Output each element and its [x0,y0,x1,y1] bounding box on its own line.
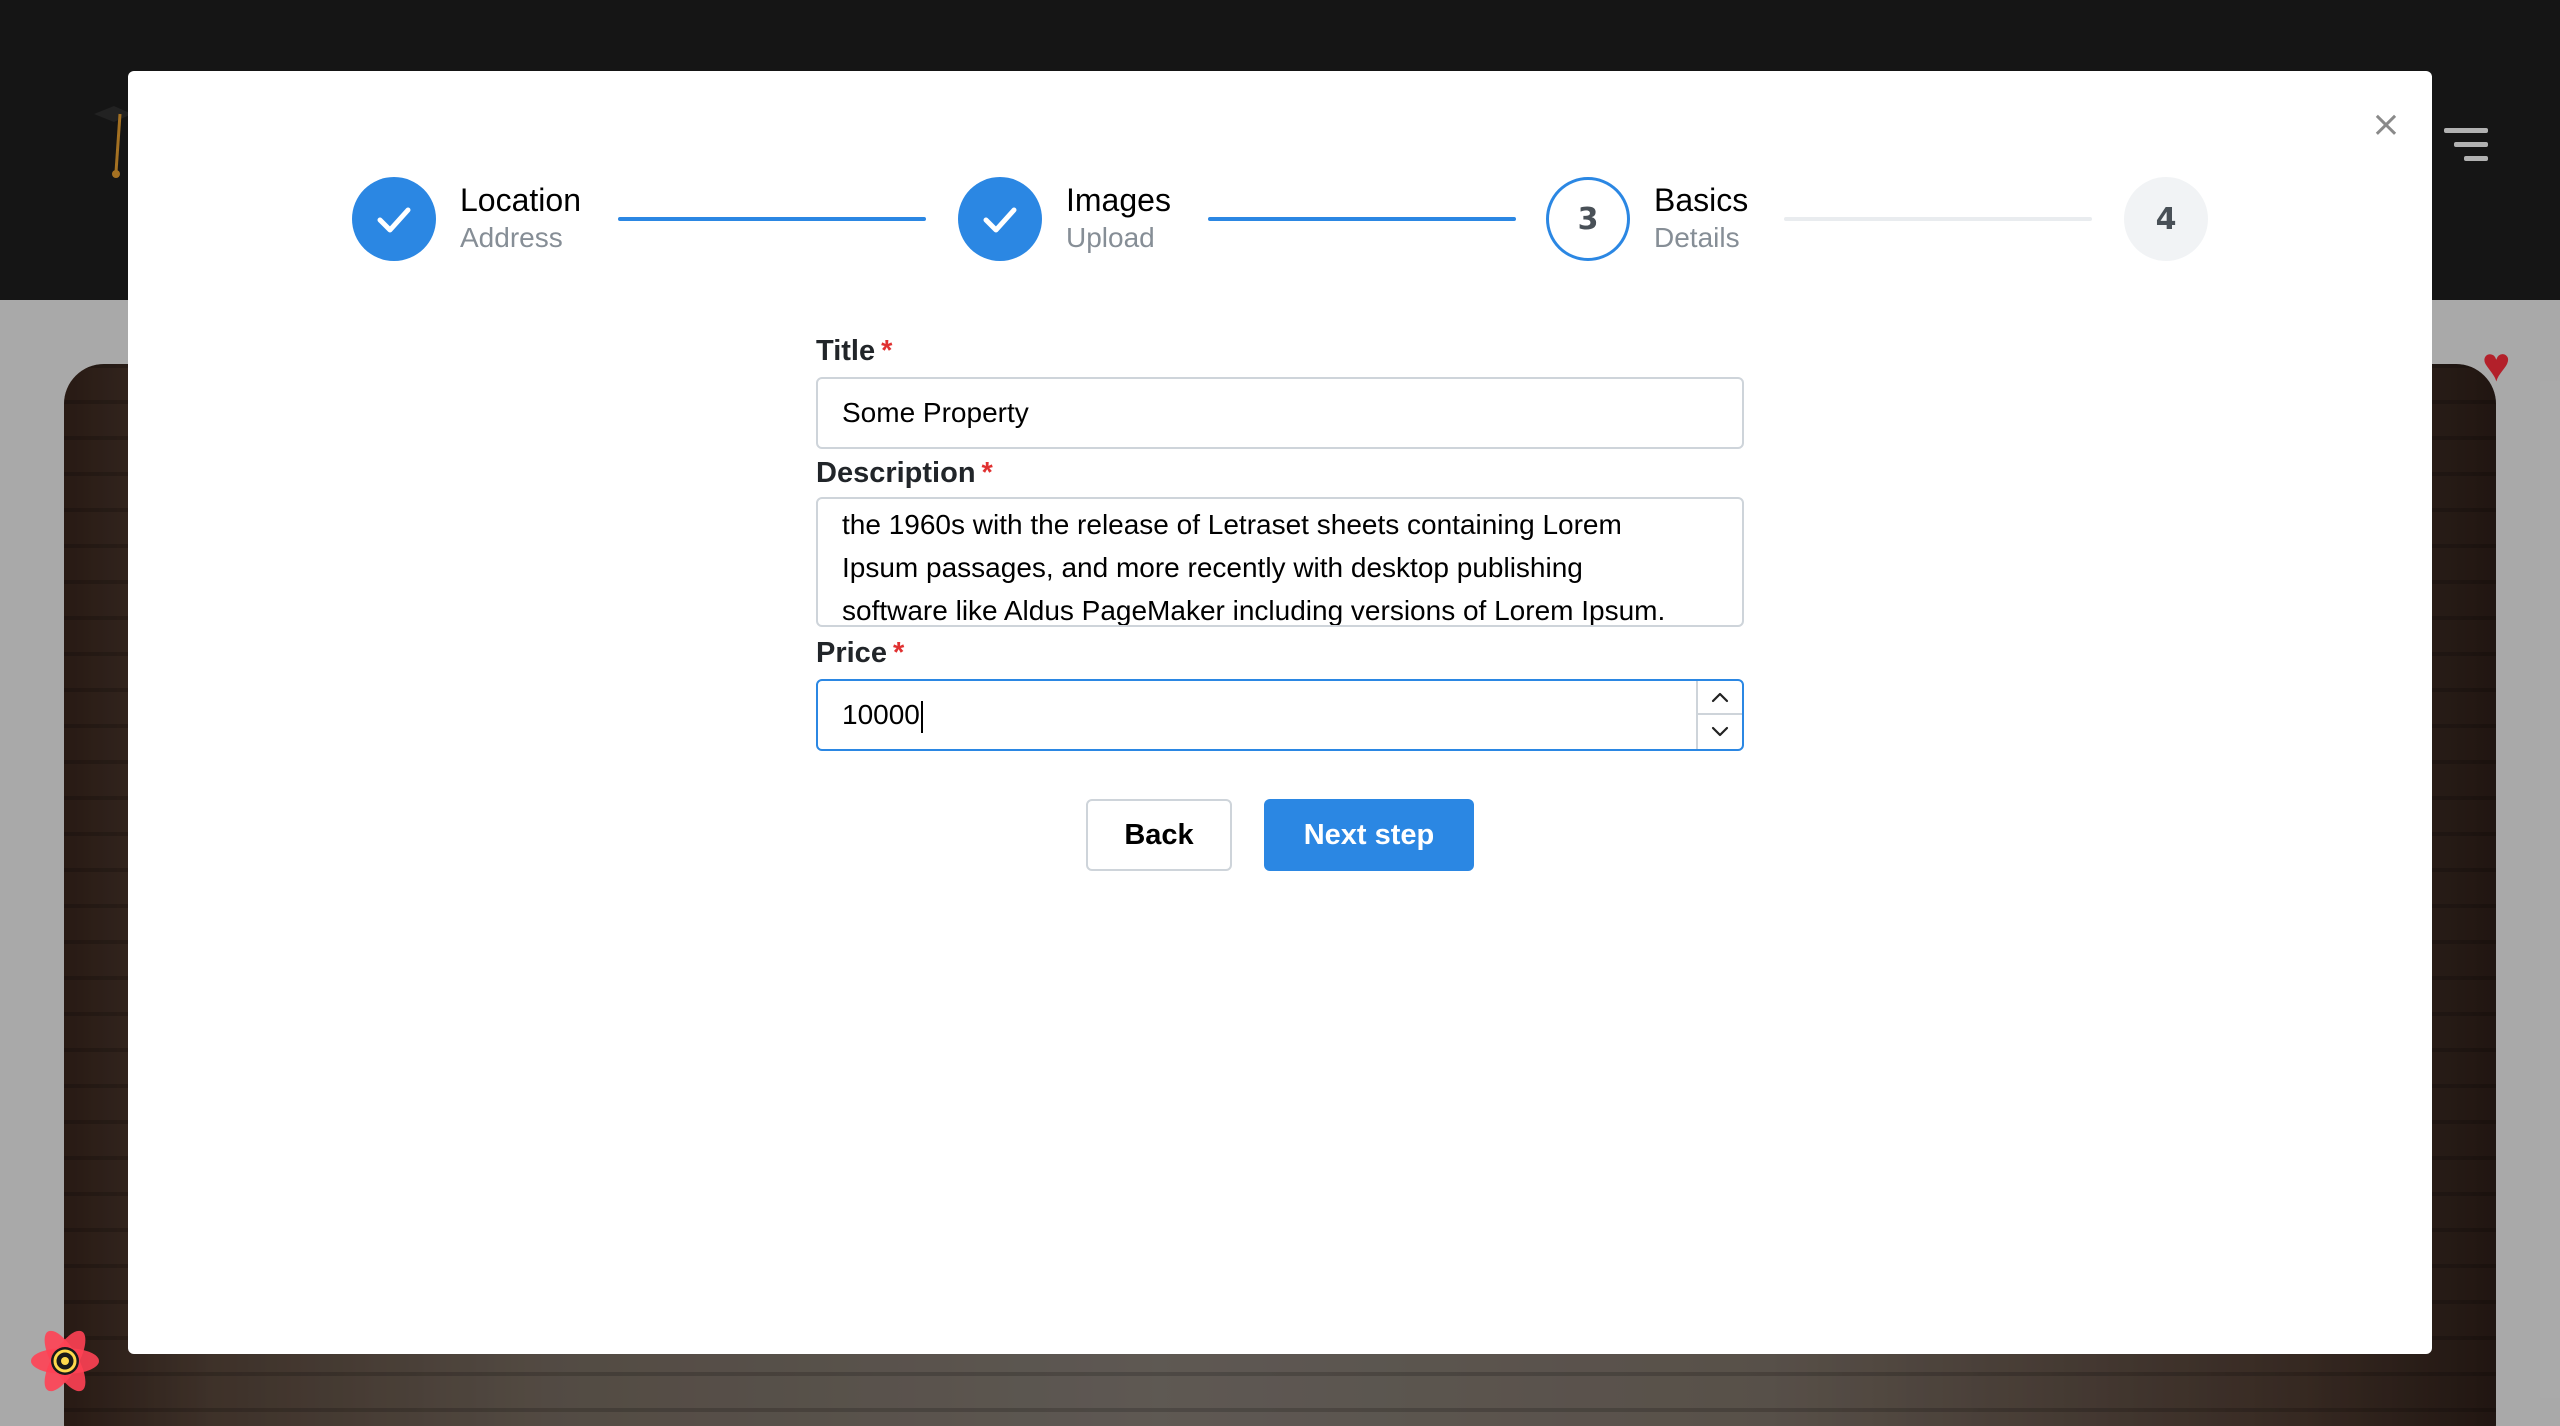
back-button[interactable]: Back [1086,799,1232,871]
title-label-text: Title [816,335,876,367]
close-icon[interactable]: × [2368,107,2404,143]
title-input[interactable]: Some Property [816,377,1744,449]
text-caret [920,700,923,733]
step-description: Upload [1066,222,1155,253]
step-connector [1784,217,2092,221]
step-number: 4 [2124,177,2208,261]
step-location[interactable]: Location Address [352,177,581,261]
step-connector [618,217,926,221]
step-label: Basics [1654,182,1749,218]
description-label: Description * [816,457,993,490]
step-basics[interactable]: 3 Basics Details [1546,177,1748,261]
step-label: Location [460,182,581,218]
description-textarea[interactable]: the 1960s with the release of Letraset s… [816,497,1744,627]
heart-icon[interactable]: ♥ [2482,338,2511,393]
step-label: Images [1066,182,1171,218]
step-images[interactable]: Images Upload [958,177,1171,261]
price-value: 10000 [842,699,920,730]
price-input[interactable]: 10000 [816,679,1744,751]
step-final[interactable]: 4 [2124,177,2208,261]
required-asterisk: * [881,335,893,367]
step-description: Address [460,222,563,253]
chevron-up-icon[interactable] [1698,681,1742,715]
title-label: Title * [816,335,892,368]
check-icon [958,177,1042,261]
description-line: Ipsum passages, and more recently with d… [842,552,1583,583]
price-label: Price * [816,637,904,670]
step-number: 3 [1546,177,1630,261]
required-asterisk: * [981,457,993,489]
chevron-down-icon[interactable] [1698,715,1742,749]
required-asterisk: * [892,637,905,669]
price-label-text: Price [816,637,887,669]
create-listing-modal: × Location Address Images Upload 3 Basic… [128,71,2432,1354]
next-step-button[interactable]: Next step [1264,799,1474,871]
react-query-devtools-icon[interactable] [24,1320,106,1402]
description-line: the 1960s with the release of Letraset s… [842,509,1622,540]
price-stepper[interactable] [1696,681,1742,749]
description-line: software like Aldus PageMaker including … [842,595,1666,626]
description-label-text: Description [816,457,976,489]
step-connector [1208,217,1516,221]
step-description: Details [1654,222,1740,253]
check-icon [352,177,436,261]
